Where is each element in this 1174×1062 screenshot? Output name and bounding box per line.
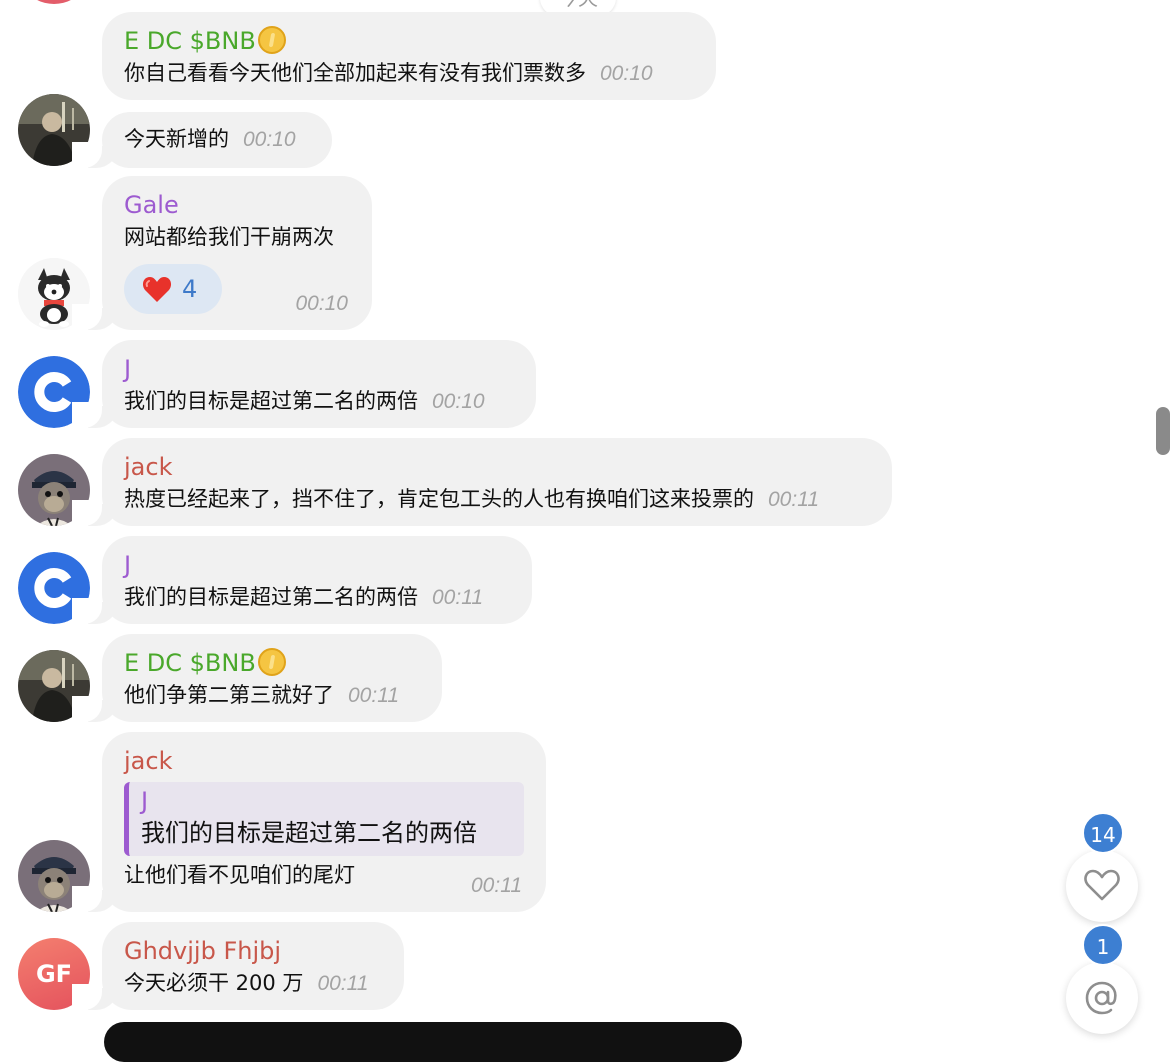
message-text: 你自己看看今天他们全部加起来有没有我们票数多 00:10 — [124, 61, 653, 85]
message-bubble[interactable]: Gale 网站都给我们干崩两次 4 00:10 — [72, 176, 372, 330]
reactions-badge: 14 — [1082, 812, 1124, 854]
sender-name[interactable]: Gale — [124, 190, 350, 220]
at-sign-icon — [1085, 981, 1117, 1015]
heart-outline-icon — [1084, 869, 1120, 901]
sender-name[interactable]: E DC $BNB — [124, 26, 694, 56]
message-time: 00:10 — [295, 292, 348, 315]
sender-name[interactable]: J — [124, 550, 510, 580]
sender-name[interactable]: J — [124, 354, 514, 384]
message-time: 00:10 — [432, 390, 485, 413]
message-bubble[interactable]: jack J 我们的目标是超过第二名的两倍 让他们看不见咱们的尾灯 00:11 — [72, 732, 546, 912]
message-text: 今天必须干 200 万 00:11 — [124, 971, 369, 995]
message-text: 我们的目标是超过第二名的两倍 00:10 — [124, 389, 485, 413]
message-bubble[interactable]: E DC $BNB 你自己看看今天他们全部加起来有没有我们票数多 00:10 — [102, 12, 716, 100]
mentions-badge: 1 — [1082, 924, 1124, 966]
message-bubble[interactable]: Ghdvjjb Fhjbj 今天必须干 200 万 00:11 — [72, 922, 404, 1010]
sender-name[interactable]: Ghdvjjb Fhjbj — [124, 936, 382, 966]
sender-name[interactable]: jack — [124, 452, 870, 482]
unread-mentions-button[interactable]: 1 — [1066, 924, 1138, 1034]
scrollbar-thumb[interactable] — [1156, 407, 1170, 455]
reply-text: 我们的目标是超过第二名的两倍 — [141, 819, 477, 847]
message-text: 让他们看不见咱们的尾灯 — [124, 863, 355, 887]
message-text: 他们争第二第三就好了 00:11 — [124, 683, 399, 707]
reply-sender: J — [141, 787, 149, 815]
coin-icon — [257, 648, 286, 676]
message-time: 00:10 — [243, 128, 296, 151]
message-time: 00:11 — [471, 874, 522, 897]
reply-quote[interactable]: J 我们的目标是超过第二名的两倍 — [124, 782, 524, 856]
message-bubble[interactable]: E DC $BNB 他们争第二第三就好了 00:11 — [72, 634, 442, 722]
message-time: 00:10 — [600, 62, 653, 85]
coin-icon — [257, 26, 286, 54]
heart-icon — [142, 277, 172, 302]
message-text: 网站都给我们干崩两次 — [124, 225, 334, 249]
reaction-count: 4 — [182, 275, 198, 303]
message-text: 今天新增的 00:10 — [124, 127, 296, 151]
composer-bar[interactable] — [104, 1022, 742, 1062]
message-time: 00:11 — [317, 972, 369, 995]
message-bubble[interactable]: jack 热度已经起来了，挡不住了，肯定包工头的人也有换咱们这来投票的 00:11 — [72, 438, 892, 526]
message-bubble[interactable]: J 我们的目标是超过第二名的两倍 00:11 — [72, 536, 532, 624]
sender-name[interactable]: E DC $BNB — [124, 648, 420, 678]
message-text: 热度已经起来了，挡不住了，肯定包工头的人也有换咱们这来投票的 00:11 — [124, 487, 819, 511]
message-text: 我们的目标是超过第二名的两倍 00:11 — [124, 585, 483, 609]
message-time: 00:11 — [768, 488, 819, 511]
unread-reactions-button[interactable]: 14 — [1066, 812, 1138, 922]
avatar-partial — [30, 0, 78, 4]
message-bubble[interactable]: 今天新增的 00:10 — [72, 112, 332, 168]
sender-name[interactable]: jack — [124, 746, 524, 776]
reaction-chip[interactable]: 4 — [124, 264, 222, 314]
message-bubble[interactable]: J 我们的目标是超过第二名的两倍 00:10 — [72, 340, 536, 428]
message-time: 00:11 — [348, 684, 399, 707]
message-time: 00:11 — [432, 586, 483, 609]
